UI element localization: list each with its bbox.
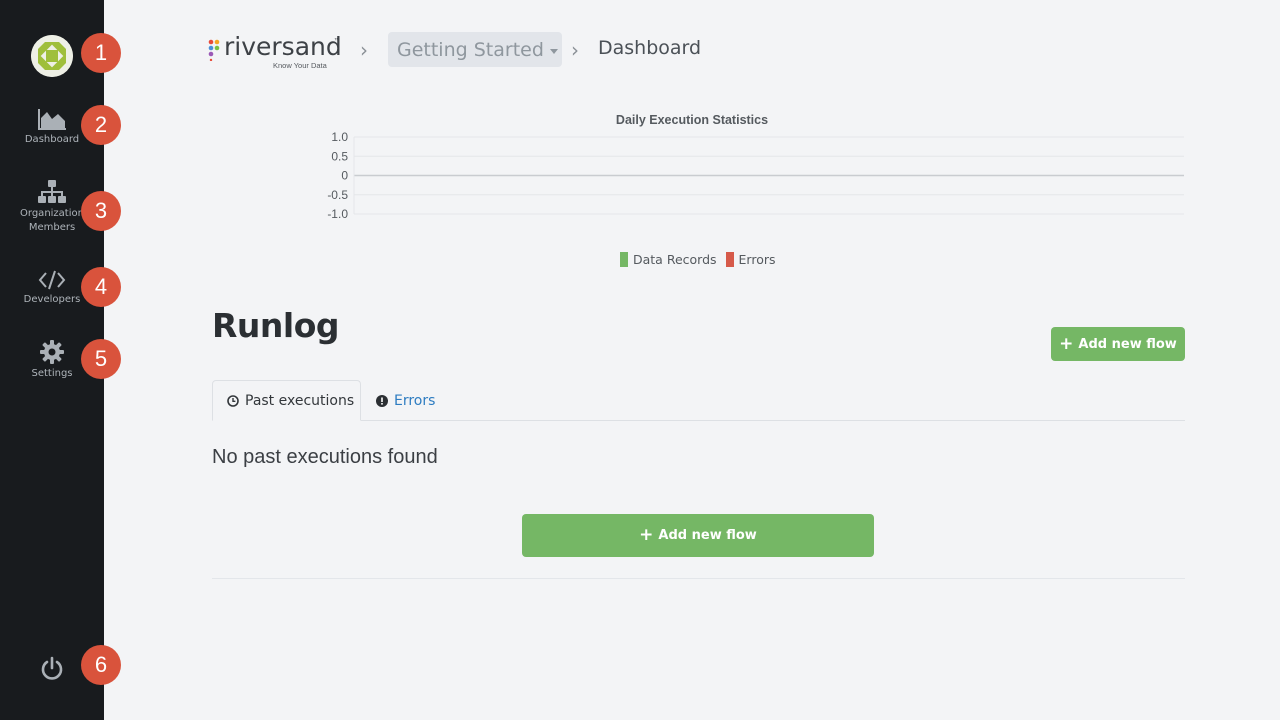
logo-wordmark: riversand — [224, 32, 342, 61]
chart-legend: Data Records Errors — [620, 252, 785, 267]
sidebar-item-label: Developers — [23, 294, 81, 305]
tab-past-executions[interactable]: Past executions — [212, 380, 361, 421]
section-divider — [212, 578, 1185, 579]
organization-avatar[interactable] — [31, 35, 73, 77]
legend-label: Errors — [738, 252, 776, 267]
project-dropdown[interactable]: Getting Started — [388, 32, 562, 67]
y-tick-label: -1.0 — [327, 207, 348, 221]
gear-icon — [40, 340, 64, 364]
runlog-heading: Runlog — [212, 306, 340, 345]
y-tick-label: -0.5 — [327, 188, 348, 202]
tab-label: Errors — [394, 392, 436, 409]
legend-item-errors[interactable]: Errors — [725, 252, 776, 267]
plus-icon: + — [1059, 333, 1074, 354]
logo-dots-icon — [208, 39, 220, 61]
breadcrumb-separator: › — [571, 38, 579, 62]
sidebar-item-label: Settings — [31, 368, 73, 379]
exclamation-icon — [376, 394, 388, 407]
logo-trademark: ™ — [334, 38, 340, 44]
breadcrumb-current: Dashboard — [598, 37, 702, 59]
logo-tagline: Know Your Data — [273, 61, 327, 70]
power-icon — [41, 656, 63, 680]
legend-item-data-records[interactable]: Data Records — [620, 252, 717, 267]
add-new-flow-label: Add new flow — [658, 528, 757, 543]
legend-swatch-red — [725, 252, 734, 267]
empty-state-message: No past executions found — [212, 446, 438, 468]
add-new-flow-large-button[interactable]: + Add new flow — [522, 514, 874, 557]
add-new-flow-button[interactable]: + Add new flow — [1051, 327, 1185, 361]
sidebar: Dashboard Organization Members Developer… — [0, 0, 121, 720]
legend-label: Data Records — [633, 252, 717, 267]
y-tick-label: 1.0 — [331, 130, 348, 144]
tab-label: Past executions — [245, 392, 355, 409]
riversand-logo[interactable]: riversand ™ Know Your Data — [208, 32, 343, 75]
add-new-flow-label: Add new flow — [1078, 336, 1177, 352]
tab-errors[interactable]: Errors — [376, 380, 435, 421]
sitemap-icon — [38, 180, 66, 203]
project-dropdown-label: Getting Started — [397, 38, 544, 61]
avatar-logo-icon — [31, 35, 73, 77]
clock-icon — [227, 394, 239, 407]
plus-icon: + — [639, 525, 654, 545]
execution-chart: 1.0 0.5 0 -0.5 -1.0 — [327, 130, 1184, 221]
breadcrumb-separator: › — [360, 38, 368, 62]
area-chart-icon — [38, 109, 66, 130]
legend-swatch-green — [620, 252, 628, 267]
code-icon — [38, 270, 66, 290]
main-content: riversand ™ Know Your Data › Getting Sta… — [104, 0, 1280, 720]
y-tick-label: 0 — [341, 169, 348, 183]
sidebar-item-label: Dashboard — [24, 134, 80, 145]
sidebar-item-label: Organization Members — [20, 208, 84, 233]
y-tick-label: 0.5 — [331, 149, 348, 163]
caret-down-icon — [549, 48, 558, 54]
